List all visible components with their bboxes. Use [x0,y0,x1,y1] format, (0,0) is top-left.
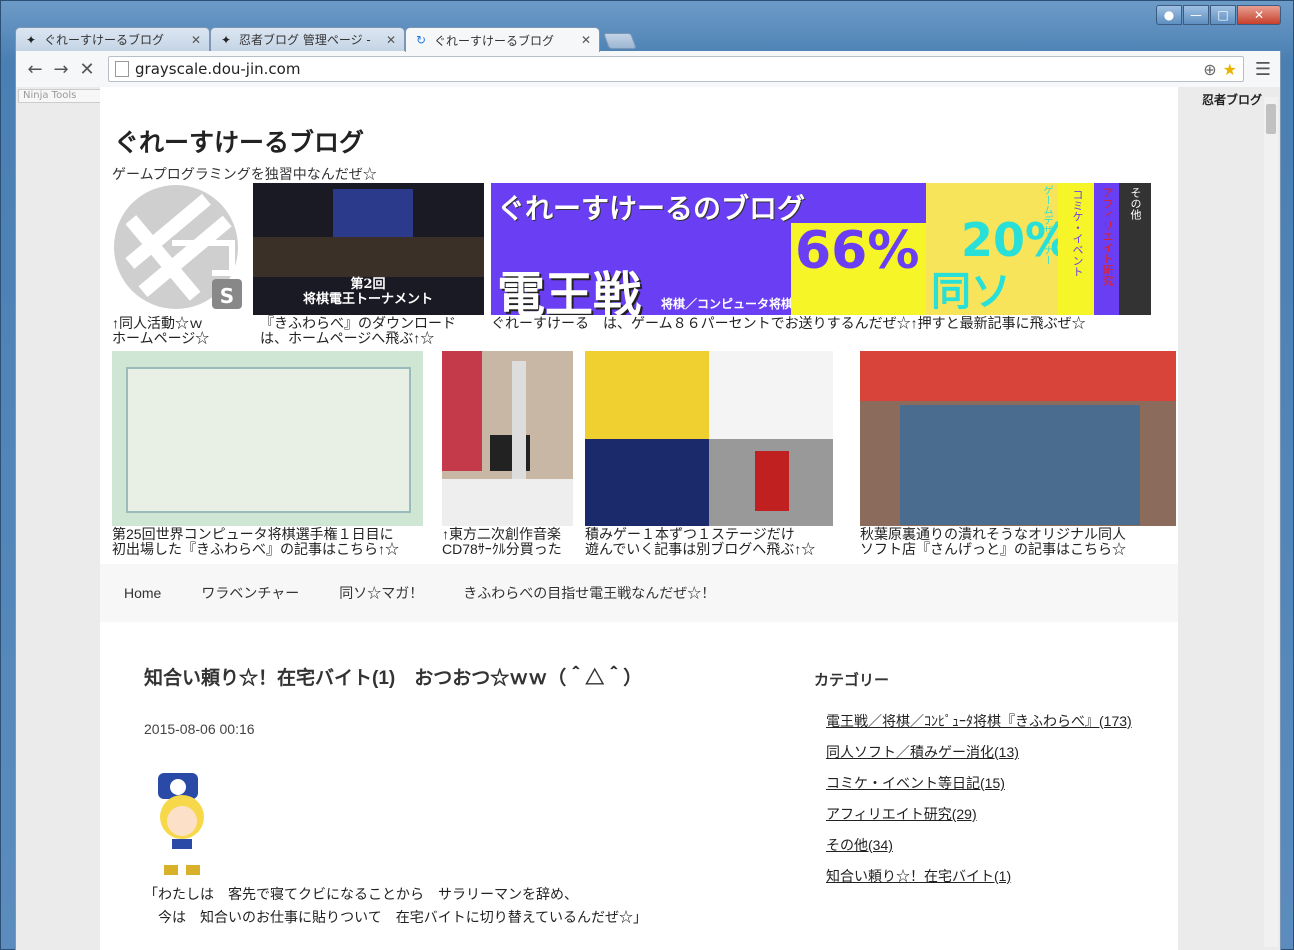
category-link[interactable]: コミケ・イベント等日記(15) [826,775,1005,791]
tab-title: ぐれーすけーるブログ [434,33,555,48]
akihabara-shop-image[interactable] [860,351,1176,526]
banner-66-text: 66% [795,221,920,281]
window-controls: ● — □ ✕ [1156,5,1281,25]
list-item: 同人ソフト／積みゲー消化(13) [826,742,1136,763]
blog-header-banner-image[interactable]: ぐれーすけーるのブログ 電王戦 将棋／コンピュータ将棋 66% 20% 同ソ ゲ… [491,183,1151,315]
list-item: コミケ・イベント等日記(15) [826,773,1136,794]
banner-vertical-1: ゲームデザイナー [1041,185,1052,265]
shop-interior-image [900,405,1140,525]
vertical-scrollbar[interactable] [1264,97,1278,947]
character-avatar-image [144,773,220,875]
curtain-image [442,351,482,471]
tab-3-active[interactable]: ↻ ぐれーすけーるブログ ✕ [405,27,600,52]
tab-close-icon[interactable]: ✕ [581,33,591,47]
stop-icon[interactable]: ✕ [74,56,100,82]
back-arrow-icon[interactable]: ← [22,56,48,82]
category-link[interactable]: 電王戦／将棋／ｺﾝﾋﾟｭｰﾀ将棋『きふわらべ』(173) [826,713,1132,729]
banner-caption[interactable]: ↑同人活動☆ｗ ホームページ☆ [112,316,209,346]
banner-caption[interactable]: ぐれーすけーる は、ゲーム８６パーセントでお送りするんだぜ☆↑押すと最新記事に飛… [491,316,1086,331]
forward-arrow-icon[interactable]: → [48,56,74,82]
game-tile-3 [585,439,709,526]
banner-caption[interactable]: 『きふわらべ』のダウンロード は、ホームページへ飛ぶ↑☆ [260,316,456,346]
tab-title: 忍者ブログ 管理ページ - [239,33,371,47]
tab-strip: ✦ ぐれーすけーるブログ ✕ ✦ 忍者ブログ 管理ページ - ✕ ↻ ぐれーすけ… [15,27,637,52]
category-heading: カテゴリー [814,672,890,689]
category-list: 電王戦／将棋／ｺﾝﾋﾟｭｰﾀ将棋『きふわらべ』(173) 同人ソフト／積みゲー消… [826,711,1136,897]
tab-1[interactable]: ✦ ぐれーすけーるブログ ✕ [15,27,210,51]
touhou-cd-image[interactable] [442,351,573,526]
site-description: ゲームプログラミングを独習中なんだぜ☆ [112,166,377,182]
nav-home[interactable]: Home [124,585,161,601]
site-title[interactable]: ぐれーすけーるブログ [114,123,364,159]
desk-image [442,479,573,526]
banner-caption[interactable]: 第25回世界コンピュータ将棋選手権１日目に 初出場した『きふわらべ』の記事はこちら… [112,527,399,557]
browser-window: ● — □ ✕ ✦ ぐれーすけーるブログ ✕ ✦ 忍者ブログ 管理ページ - ✕… [0,0,1294,950]
shogi-championship-image[interactable] [112,351,423,526]
category-link[interactable]: その他(34) [826,837,893,853]
category-link[interactable]: アフィリエイト研究(29) [826,806,977,822]
bracket-board-image [126,367,411,513]
loading-spinner-icon: ↻ [415,33,427,47]
banner-vertical-2: コミケ・イベント [1071,189,1084,277]
scrollbar-thumb[interactable] [1266,104,1276,134]
banner-vertical-3: アフィリエイト研究 [1101,187,1114,286]
tab-title: ぐれーすけーるブログ [44,33,165,47]
maximize-button[interactable]: □ [1210,5,1236,25]
ninja-tools-badge[interactable]: Ninja Tools [18,89,112,103]
list-item: 電王戦／将棋／ｺﾝﾋﾟｭｰﾀ将棋『きふわらべ』(173) [826,711,1136,732]
game-tile-2 [709,351,833,439]
game-tile-1 [585,351,709,439]
menu-icon[interactable]: ☰ [1252,56,1274,82]
new-tab-button[interactable] [603,33,637,49]
banner-caption[interactable]: 秋葉原裏通りの潰れそうなオリジナル同人 ソフト店『さんげっと』の記事はこちら☆ [860,527,1126,557]
banner-blog-text: ぐれーすけーるのブログ [497,192,806,225]
address-bar[interactable]: grayscale.dou-jin.com ⊕ ★ [108,56,1244,82]
backlog-games-image[interactable] [585,351,833,526]
user-icon[interactable]: ● [1156,5,1182,25]
banner-sub-text: 将棋／コンピュータ将棋 [661,297,794,311]
banner-doso-text: 同ソ [931,269,1011,315]
blog-page: ぐれーすけーるブログ ゲームプログラミングを独習中なんだぜ☆ S ↑同人活動☆ｗ… [100,87,1178,950]
screen-image [333,189,413,239]
tab-close-icon[interactable]: ✕ [191,33,201,47]
svg-text:S: S [220,284,234,308]
list-item: 知合い頼り☆！在宅バイト(1) [826,866,1136,887]
list-item: その他(34) [826,835,1136,856]
page-icon [115,61,129,77]
list-item: アフィリエイト研究(29) [826,804,1136,825]
banner-caption[interactable]: ↑東方二次創作音楽 CD78ｻｰｸﾙ分買った [442,527,562,557]
zoom-icon[interactable]: ⊕ [1203,60,1216,79]
post-body-line: 今は 知合いのお仕事に貼りついて 在宅バイトに切り替えているんだぜ☆」 [144,909,648,925]
tab-2[interactable]: ✦ 忍者ブログ 管理ページ - ✕ [210,27,405,51]
bookmark-star-icon[interactable]: ★ [1223,60,1237,79]
banner-caption[interactable]: 積みゲー１本ずつ１ステージだけ 遊んでいく記事は別ブログへ飛ぶ↑☆ [585,527,815,557]
ninja-blog-logo[interactable]: 忍者ブログ [1202,91,1262,108]
post-body-line: 「わたしは 客先で寝てクビになることから サラリーマンを辞め、 [144,886,578,902]
nav-kifuwarabe[interactable]: きふわらべの目指せ電王戦なんだぜ☆！ [463,583,715,603]
tournament-title-text: 第2回 将棋電王トーナメント [302,277,433,307]
category-link[interactable]: 知合い頼り☆！在宅バイト(1) [826,868,1011,884]
browser-toolbar: ← → ✕ grayscale.dou-jin.com ⊕ ★ ☰ [15,51,1281,87]
minimize-button[interactable]: — [1183,5,1209,25]
page-viewport: Ninja Tools 忍者ブログ ぐれーすけーるブログ ゲームプログラミングを… [15,87,1281,950]
banner-denou-text: 電王戦 [497,267,642,315]
post-body: 「わたしは 客先で寝てクビになることから サラリーマンを辞め、 今は 知合いのお… [144,883,647,929]
url-text[interactable]: grayscale.dou-jin.com [135,60,1197,78]
banner-vertical-4: その他 [1129,187,1142,220]
main-navigation: Home ワラベンチャー 同ソ☆マガ！ きふわらべの目指せ電王戦なんだぜ☆！ [100,564,1178,622]
close-window-button[interactable]: ✕ [1237,5,1281,25]
stage-image [253,237,484,277]
tournament-video-image[interactable]: 第2回 将棋電王トーナメント [253,183,484,315]
ninja-icon: ✦ [220,32,232,47]
ninja-icon: ✦ [25,32,37,47]
tab-close-icon[interactable]: ✕ [386,33,396,47]
nav-waraventure[interactable]: ワラベンチャー [201,583,299,603]
shop-sign-image [860,351,1176,401]
grayscale-logo-image[interactable]: S [112,183,244,315]
post-title[interactable]: 知合い頼り☆！在宅バイト(1) おつおつ☆ｗｗ（＾△＾） [144,663,642,690]
category-link[interactable]: 同人ソフト／積みゲー消化(13) [826,744,1019,760]
post-date: 2015-08-06 00:16 [144,721,255,737]
door-image [755,451,789,511]
nav-doso-maga[interactable]: 同ソ☆マガ！ [339,583,423,603]
